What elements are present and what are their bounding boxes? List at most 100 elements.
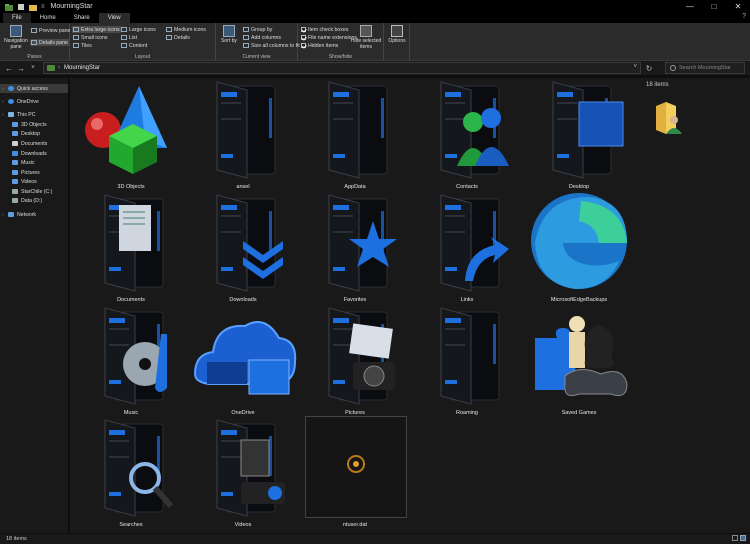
minimize-button[interactable]: — <box>678 0 702 13</box>
music-icon <box>12 160 18 165</box>
network-icon <box>8 212 14 217</box>
add-columns-icon <box>243 35 249 40</box>
medium-icons-button[interactable]: Medium icons <box>165 26 207 33</box>
search-input[interactable]: Search MourningStar <box>665 62 745 74</box>
file-item-label: AppData <box>344 184 366 190</box>
tab-share[interactable]: Share <box>65 13 99 23</box>
preview-pane-icon <box>31 28 37 33</box>
panes-group-label: Panes <box>27 54 42 60</box>
tiles-button[interactable]: Tiles <box>72 42 93 49</box>
expand-chevron-icon[interactable]: › <box>2 212 7 218</box>
breadcrumb-chevron-icon[interactable]: › <box>58 65 60 71</box>
breadcrumb-current[interactable]: MourningStar <box>64 65 100 71</box>
checkbox-icon <box>301 27 306 32</box>
drive-icon <box>12 198 18 203</box>
nav-item[interactable]: Documents <box>0 139 68 148</box>
maximize-button[interactable]: □ <box>702 0 726 13</box>
recent-locations-icon[interactable]: ˅ <box>27 62 39 74</box>
size-all-columns-button[interactable]: Size all columns to fit <box>242 42 301 49</box>
new-folder-icon[interactable] <box>29 3 37 11</box>
tab-home[interactable]: Home <box>31 13 65 23</box>
details-view-icon[interactable] <box>732 535 738 541</box>
close-button[interactable]: ✕ <box>726 0 750 13</box>
sort-by-button[interactable]: Sort by <box>219 25 239 44</box>
quick-access-toolbar-icon[interactable] <box>17 3 25 11</box>
nav-item-label: Data (D:) <box>21 197 43 204</box>
ribbon-group-panes: Navigation pane Preview pane Details pan… <box>0 23 70 61</box>
nav-item[interactable]: Data (D:) <box>0 196 68 205</box>
nav-item[interactable]: › Network <box>0 210 68 219</box>
file-item-label: Roaming <box>455 410 478 416</box>
cube-icon <box>12 122 18 127</box>
links-folder-icon <box>411 191 523 293</box>
hidden-items-toggle[interactable]: Hidden items <box>300 42 339 49</box>
list-icon <box>121 35 127 40</box>
back-arrow-icon[interactable]: ← <box>3 62 15 74</box>
nav-item[interactable]: › OneDrive <box>0 97 68 106</box>
nav-item[interactable]: Music <box>0 158 68 167</box>
nav-item-label: OneDrive <box>17 98 39 105</box>
documents-folder-icon <box>75 191 187 293</box>
options-button[interactable]: Options <box>386 25 408 44</box>
nav-item[interactable]: › This PC <box>0 110 68 119</box>
document-icon <box>12 141 18 146</box>
dark-folder-icon <box>411 304 523 406</box>
address-dropdown-icon[interactable]: ˅ <box>633 64 637 70</box>
favorites-folder-icon <box>299 191 411 293</box>
large-icons-button[interactable]: Large icons <box>120 26 157 33</box>
nav-item[interactable]: Desktop <box>0 129 68 138</box>
expand-chevron-icon[interactable]: › <box>2 99 7 105</box>
window-title: MourningStar <box>50 3 93 10</box>
file-item-label: Contacts <box>456 184 478 190</box>
nav-item[interactable]: › Quick access <box>0 84 68 93</box>
nav-item-label: Quick access <box>17 85 48 92</box>
nav-item[interactable]: 3D Objects <box>0 120 68 129</box>
add-columns-button[interactable]: Add columns <box>242 34 282 41</box>
hide-selected-items-button[interactable]: Hide selected items <box>350 25 382 50</box>
list-button[interactable]: List <box>120 34 138 41</box>
navigation-pane-button[interactable]: Navigation pane <box>3 25 29 50</box>
nav-item-label: StarChile (C:) <box>21 188 53 195</box>
onedrive-folder-icon <box>187 304 299 406</box>
expand-chevron-icon[interactable]: › <box>2 86 7 92</box>
extra-large-icons-icon <box>73 27 79 32</box>
navigation-pane: › Quick access › OneDrive › This PC 3D Objects… <box>0 78 68 533</box>
details-pane-button[interactable]: Details pane <box>30 39 69 46</box>
nav-item[interactable]: Pictures <box>0 168 68 177</box>
refresh-icon[interactable]: ↻ <box>643 62 655 74</box>
preview-pane-button[interactable]: Preview pane <box>30 27 71 34</box>
item-check-boxes-toggle[interactable]: Item check boxes <box>300 26 349 33</box>
group-by-button[interactable]: Group by <box>242 26 273 33</box>
file-item-label: Desktop <box>568 184 590 190</box>
details-button[interactable]: Details <box>165 34 191 41</box>
options-icon <box>391 25 403 37</box>
file-item-label: Searches <box>119 522 143 528</box>
tab-file[interactable]: File <box>3 13 31 23</box>
nav-item-label: Downloads <box>21 150 47 157</box>
content-icon <box>121 43 127 48</box>
medium-icons-icon <box>166 27 172 32</box>
help-icon[interactable]: ? <box>742 13 746 20</box>
nav-item[interactable]: Downloads <box>0 149 68 158</box>
nav-item-label: Network <box>17 211 37 218</box>
small-icons-button[interactable]: Small icons <box>72 34 109 41</box>
address-row: ← → ˅ ↑ › MourningStar ˅ <box>0 61 750 75</box>
nav-item[interactable]: Videos <box>0 177 68 186</box>
nav-item[interactable]: StarChile (C:) <box>0 187 68 196</box>
file-item-label: Downloads <box>229 297 257 303</box>
nav-item-label: Desktop <box>21 130 41 137</box>
content-button[interactable]: Content <box>120 42 148 49</box>
tab-view[interactable]: View <box>98 13 130 23</box>
search-placeholder: Search MourningStar <box>679 65 731 71</box>
tiles-icon <box>73 43 79 48</box>
large-icons-view-icon[interactable] <box>740 535 746 541</box>
address-bar[interactable]: › MourningStar ˅ <box>43 62 641 74</box>
expand-chevron-icon[interactable]: › <box>2 112 7 118</box>
forward-arrow-icon[interactable]: → <box>15 62 27 74</box>
extra-large-icons-button[interactable]: Extra large icons <box>72 26 121 33</box>
details-item-count: 18 items <box>646 82 669 88</box>
ribbon-group-current-view: Sort by Group by Add columns Size all co… <box>216 23 301 61</box>
qat-dropdown-icon[interactable]: ≡ <box>41 4 45 10</box>
sort-by-icon <box>223 25 235 37</box>
app-folder-icon[interactable] <box>5 3 13 11</box>
